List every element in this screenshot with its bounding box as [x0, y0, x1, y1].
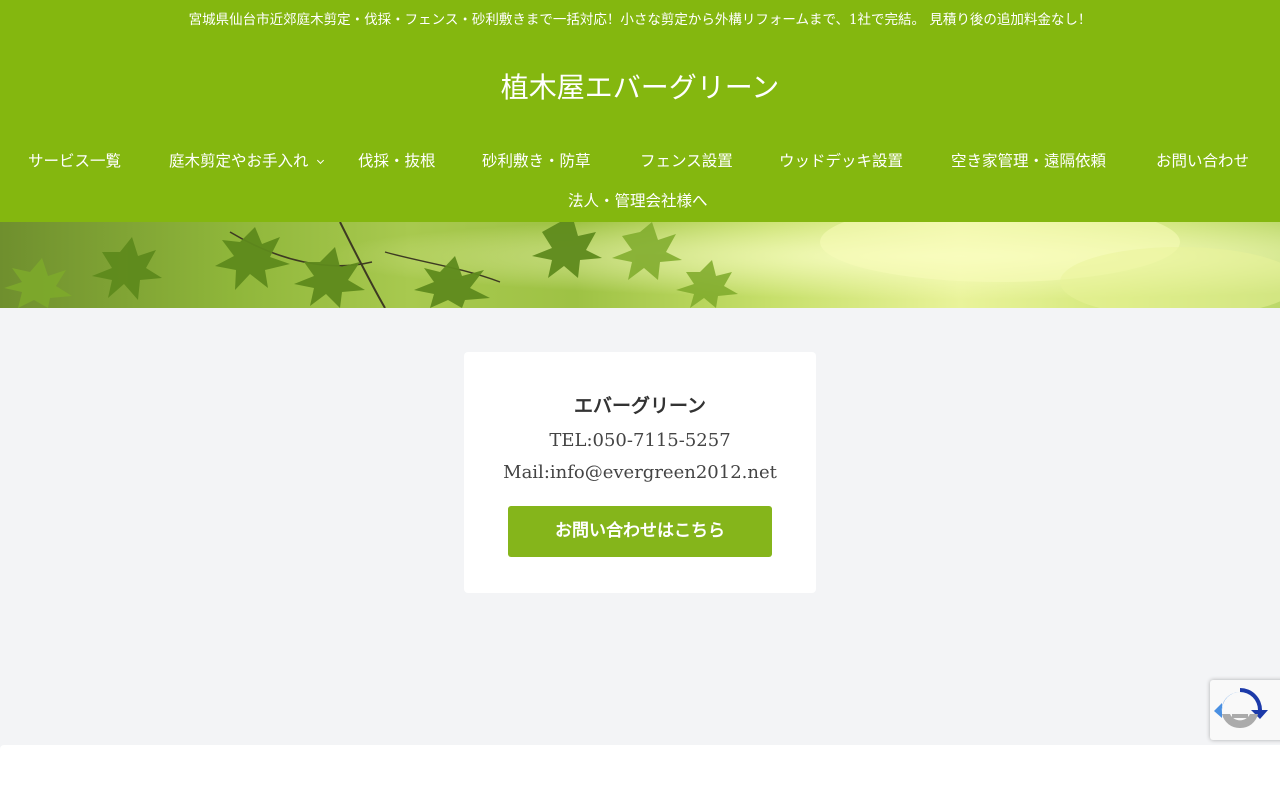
company-name: エバーグリーン — [573, 395, 707, 417]
nav-item-pruning[interactable]: 庭木剪定やお手入れ — [169, 150, 324, 172]
nav-item-felling[interactable]: 伐採・抜根 — [358, 150, 436, 172]
nav-item-fence[interactable]: フェンス設置 — [640, 150, 733, 172]
nav-item-label: 空き家管理・遠隔依頼 — [951, 152, 1107, 170]
nav-item-wooddeck[interactable]: ウッドデッキ設置 — [779, 150, 903, 172]
nav-item-label: フェンス設置 — [640, 152, 733, 170]
recaptcha-badge[interactable] — [1210, 680, 1280, 740]
nav-item-services[interactable]: サービス一覧 — [28, 150, 121, 172]
nav-item-label: 庭木剪定やお手入れ — [169, 152, 309, 170]
recaptcha-icon — [1214, 688, 1268, 729]
email-address[interactable]: Mail:info@evergreen2012.net — [464, 460, 816, 486]
nav-item-contact[interactable]: お問い合わせ — [1156, 150, 1249, 172]
nav-item-label: サービス一覧 — [28, 152, 122, 170]
footer-area — [0, 745, 1280, 800]
nav-item-gravel[interactable]: 砂利敷き・防草 — [482, 150, 591, 172]
nav-item-corporate[interactable]: 法人・管理会社様へ — [568, 190, 708, 212]
nav-item-label: お問い合わせ — [1156, 152, 1250, 170]
site-tagline: 宮城県仙台市近郊庭木剪定・伐採・フェンス・砂利敷きまで一括対応！小さな剪定から外… — [188, 12, 1092, 28]
hero-image — [0, 222, 1280, 308]
chevron-down-icon — [316, 156, 324, 165]
nav-item-label: ウッドデッキ設置 — [779, 152, 904, 170]
site-title[interactable]: 植木屋エバーグリーン — [0, 68, 1280, 108]
nav-item-label: 伐採・抜根 — [358, 152, 436, 170]
nav-item-label: 砂利敷き・防草 — [482, 152, 591, 170]
maple-leaves-image — [0, 222, 1280, 308]
phone-number[interactable]: TEL:050-7115-5257 — [464, 428, 816, 454]
nav-item-vacant-house[interactable]: 空き家管理・遠隔依頼 — [951, 150, 1106, 172]
nav-item-label: 法人・管理会社様へ — [568, 192, 708, 210]
contact-button[interactable]: お問い合わせはこちら — [508, 506, 772, 557]
site-header: 宮城県仙台市近郊庭木剪定・伐採・フェンス・砂利敷きまで一括対応！小さな剪定から外… — [0, 0, 1280, 222]
